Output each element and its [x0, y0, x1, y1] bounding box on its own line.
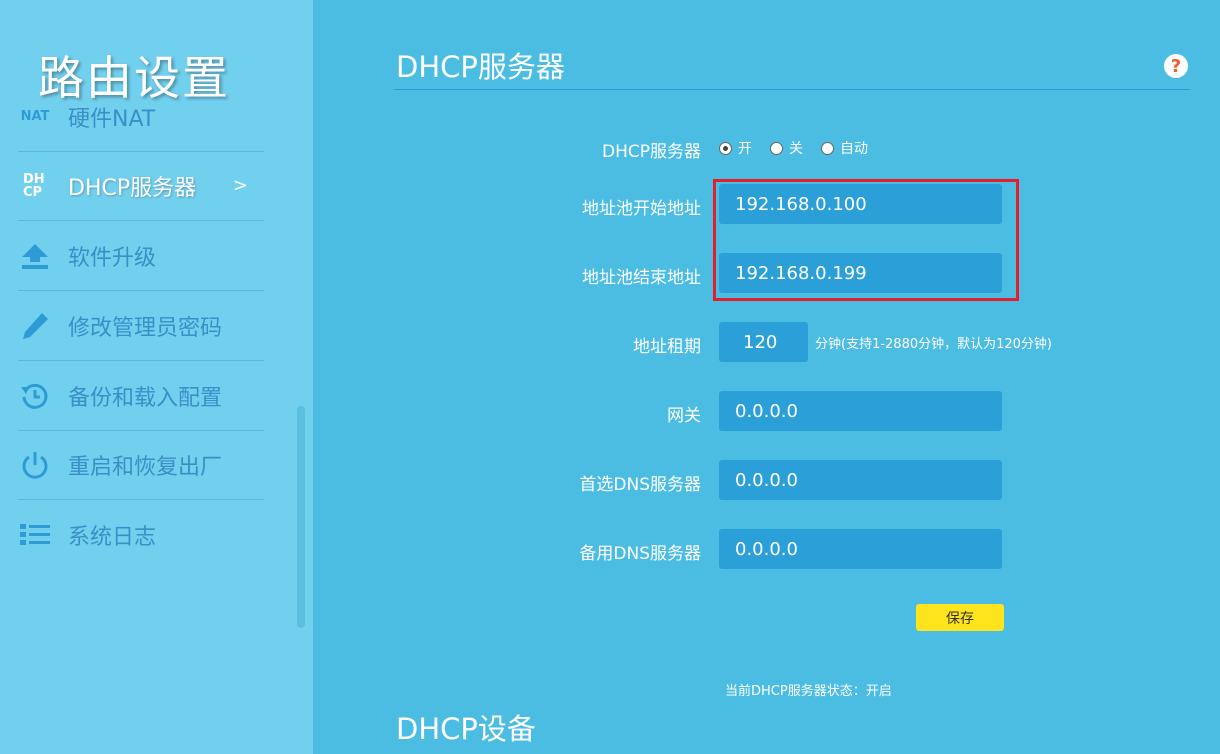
sidebar-item-label: 系统日志 [68, 524, 157, 550]
radio-on[interactable]: 开 [719, 138, 752, 158]
radio-off-label: 关 [789, 141, 803, 157]
highlight-box [713, 179, 1019, 301]
sidebar-item-software-upgrade[interactable]: 软件升级 [18, 221, 264, 291]
sidebar-item-label: 备份和载入配置 [68, 385, 223, 411]
app-title: 路由设置 [38, 51, 230, 105]
dhcp-server-label: DHCP服务器 [602, 142, 701, 162]
sidebar-item-label: DHCP服务器 [68, 175, 197, 201]
sidebar-scrollbar[interactable] [297, 406, 305, 628]
sidebar: 路由设置 NAT 硬件NAT DH CP DHCP服务器 > 软件升级 修改管理… [0, 0, 313, 754]
chevron-right-icon: > [232, 175, 248, 196]
radio-on-button[interactable] [719, 141, 732, 155]
dns-primary-label: 首选DNS服务器 [579, 475, 701, 495]
upload-icon [18, 239, 52, 273]
radio-off[interactable]: 关 [770, 138, 803, 158]
radio-on-label: 开 [738, 141, 752, 157]
history-icon [18, 379, 52, 413]
radio-auto-button[interactable] [821, 141, 834, 155]
list-icon [18, 518, 52, 552]
lease-hint: 分钟(支持1-2880分钟，默认为120分钟) [815, 337, 1053, 352]
pool-start-label: 地址池开始地址 [582, 199, 701, 219]
sidebar-item-change-password[interactable]: 修改管理员密码 [18, 291, 264, 361]
pencil-icon [18, 309, 52, 343]
sidebar-item-system-log[interactable]: 系统日志 [18, 500, 264, 569]
dhcp-icon: DH CP [23, 171, 45, 200]
sidebar-item-label: 软件升级 [68, 245, 157, 271]
sidebar-item-dhcp-server[interactable]: DH CP DHCP服务器 > [18, 151, 264, 221]
sidebar-item-label: 重启和恢复出厂 [68, 454, 223, 480]
power-icon [18, 448, 52, 482]
help-icon[interactable]: ? [1164, 54, 1188, 78]
gateway-label: 网关 [667, 406, 701, 426]
lease-input[interactable] [719, 322, 808, 362]
dns-secondary-input[interactable] [719, 529, 1002, 569]
dhcp-server-radio-group: 开 关 自动 [719, 138, 886, 158]
sidebar-item-label: 修改管理员密码 [68, 315, 223, 341]
sidebar-item-backup-config[interactable]: 备份和载入配置 [18, 361, 264, 431]
dns-secondary-label: 备用DNS服务器 [579, 544, 701, 564]
radio-auto[interactable]: 自动 [821, 138, 868, 158]
save-button[interactable]: 保存 [916, 604, 1004, 631]
section-divider [394, 89, 1190, 90]
sidebar-item-reboot-reset[interactable]: 重启和恢复出厂 [18, 430, 264, 500]
pool-end-label: 地址池结束地址 [582, 268, 701, 288]
gateway-input[interactable] [719, 391, 1002, 431]
lease-label: 地址租期 [633, 337, 701, 357]
dns-primary-input[interactable] [719, 460, 1002, 500]
radio-auto-label: 自动 [840, 141, 868, 157]
dhcp-status-text: 当前DHCP服务器状态：开启 [725, 684, 892, 699]
radio-off-button[interactable] [770, 141, 783, 155]
section-title-dhcp-server: DHCP服务器 [396, 50, 565, 84]
section-title-dhcp-devices: DHCP设备 [396, 712, 536, 746]
